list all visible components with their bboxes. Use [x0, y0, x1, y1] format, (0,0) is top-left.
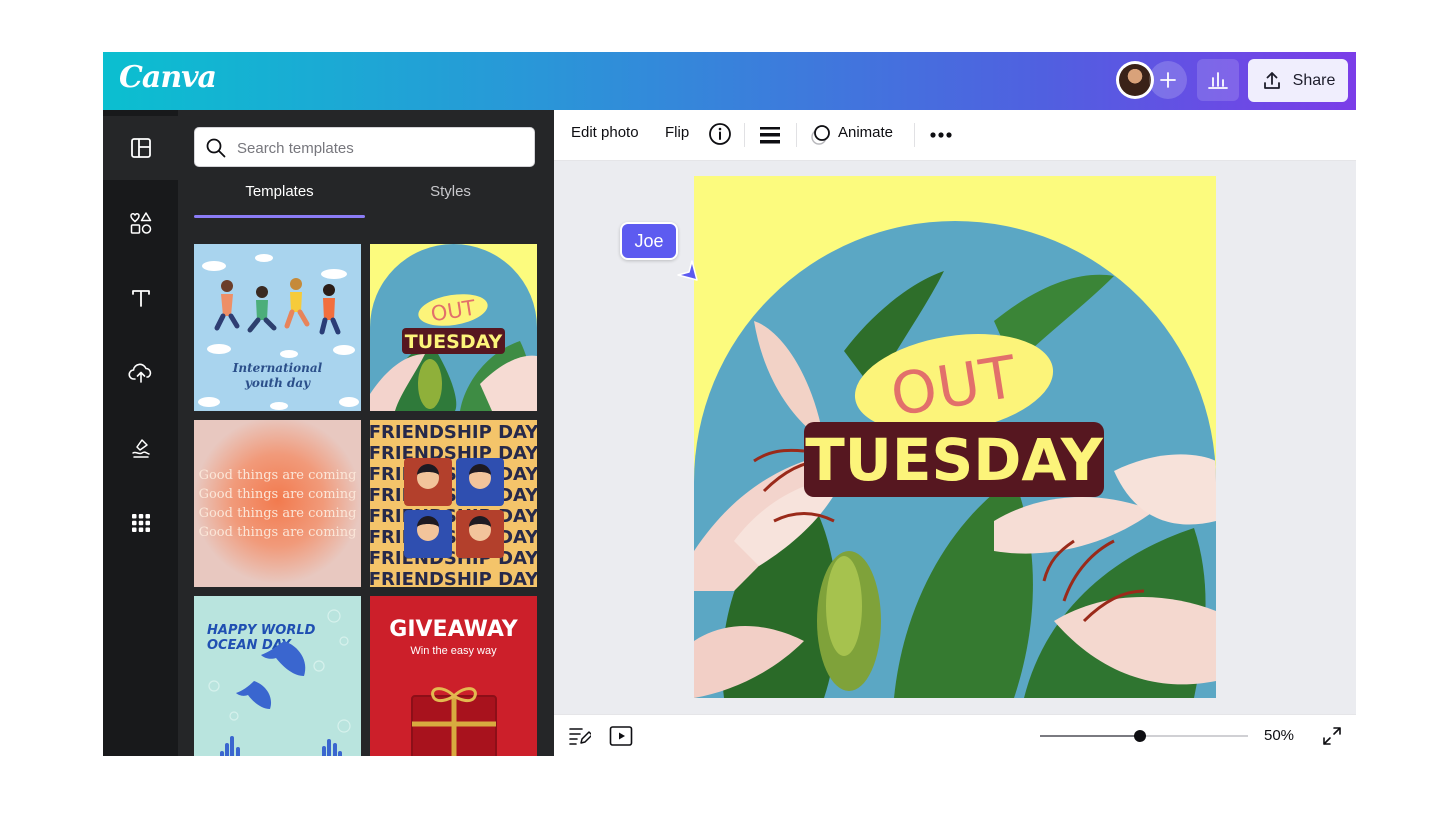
upload-share-icon [1263, 71, 1280, 89]
toolbar-divider [914, 123, 915, 147]
template-good-things-are-coming[interactable]: Good things are coming Good things are c… [194, 420, 361, 587]
rail-elements[interactable] [103, 191, 178, 255]
active-tab-indicator [194, 215, 365, 218]
good-things-thumbnail: Good things are coming Good things are c… [194, 420, 361, 587]
avatar-photo [1119, 64, 1151, 96]
friendship-text-2: FRIENDSHIP DAY [370, 443, 537, 464]
side-rail [103, 110, 178, 756]
bar-chart-icon [1208, 72, 1228, 89]
giveaway-thumbnail: GIVEAWAY Win the easy way [389, 617, 519, 756]
friendship-day-thumbnail: FRIENDSHIP DAY FRIENDSHIP DAY FRIENDSHIP… [370, 422, 537, 587]
zoom-slider-handle[interactable] [1133, 730, 1146, 742]
search-input[interactable] [235, 136, 529, 160]
friendship-text-6: FRIENDSHIP DAY [370, 527, 537, 548]
add-collaborator-button[interactable] [1149, 61, 1187, 99]
plus-icon [1160, 72, 1176, 88]
out-tuesday-thumbnail: OUT TUESDAY [370, 244, 537, 411]
youth-day-illustration: International youth day [198, 254, 359, 410]
text-icon [131, 290, 150, 307]
more-options-icon[interactable] [929, 131, 953, 139]
rail-apps[interactable] [103, 491, 178, 555]
ocean-day-line1: HAPPY WORLD [207, 623, 316, 638]
template-giveaway[interactable]: GIVEAWAY Win the easy way [370, 596, 537, 756]
tuesday-text[interactable]: TUESDAY [804, 426, 1104, 494]
rail-templates[interactable] [103, 116, 178, 180]
top-bar: Canva Share [103, 52, 1356, 110]
search-box[interactable] [194, 127, 535, 167]
friendship-text-8: FRIENDSHIP DAY [370, 569, 537, 587]
template-world-ocean-day[interactable]: HAPPY WORLD OCEAN DAY [194, 596, 361, 756]
flip-button[interactable]: Flip [665, 124, 689, 141]
giveaway-subtitle: Win the easy way [410, 645, 497, 657]
giveaway-title: GIVEAWAY [389, 617, 519, 642]
friendship-text-4: FRIENDSHIP DAY [370, 485, 537, 506]
zoom-slider-fill [1040, 735, 1140, 737]
animate-icon[interactable] [810, 122, 834, 148]
canva-logo[interactable]: Canva [119, 60, 217, 95]
design-canvas[interactable]: OUT TUESDAY [694, 176, 1216, 698]
template-international-youth-day[interactable]: International youth day [194, 244, 361, 411]
youth-day-title-line2: youth day [244, 376, 311, 390]
tab-styles[interactable]: Styles [365, 183, 536, 217]
rail-text[interactable] [103, 266, 178, 330]
thumb-tuesday-text: TUESDAY [405, 331, 503, 353]
templates-icon [130, 138, 151, 158]
friendship-text-1: FRIENDSHIP DAY [370, 422, 537, 443]
info-icon[interactable] [708, 122, 732, 146]
template-friendship-day[interactable]: FRIENDSHIP DAY FRIENDSHIP DAY FRIENDSHIP… [370, 420, 537, 587]
elements-icon [129, 212, 151, 234]
insights-button[interactable] [1197, 59, 1239, 101]
bottom-bar: 50% [554, 714, 1356, 756]
share-label: Share [1292, 71, 1336, 89]
template-out-tuesday[interactable]: OUT TUESDAY [370, 244, 537, 411]
canva-editor: Canva Share Search templates Templates S… [103, 52, 1356, 756]
friendship-text-7: FRIENDSHIP DAY [370, 548, 537, 569]
context-toolbar: Edit photo Flip Animate [554, 110, 1356, 161]
tab-templates[interactable]: Templates [194, 183, 365, 217]
draw-icon [131, 439, 150, 458]
line-spacing-icon[interactable] [759, 125, 781, 145]
apps-grid-icon [131, 514, 150, 532]
toolbar-divider [796, 123, 797, 147]
templates-panel: Templates Styles International youth day [178, 110, 554, 756]
friendship-text-3: FRIENDSHIP DAY [370, 464, 537, 485]
share-button[interactable]: Share [1248, 59, 1348, 102]
good-things-line3: Good things are coming [199, 506, 357, 521]
ocean-day-thumbnail: HAPPY WORLD OCEAN DAY [207, 609, 351, 756]
cloud-upload-icon [127, 363, 151, 383]
notes-icon[interactable] [569, 726, 591, 746]
toolbar-divider [744, 123, 745, 147]
friendship-text-5: FRIENDSHIP DAY [370, 506, 537, 527]
search-icon [206, 138, 226, 158]
good-things-line4: Good things are coming [199, 525, 357, 540]
good-things-line2: Good things are coming [199, 487, 357, 502]
zoom-level[interactable]: 50% [1264, 727, 1294, 744]
good-things-line1: Good things are coming [199, 468, 357, 483]
collaborator-cursor-icon [677, 260, 698, 281]
animate-button[interactable]: Animate [838, 124, 893, 141]
collaborator-name-tag: Joe [620, 222, 678, 260]
edit-photo-button[interactable]: Edit photo [571, 124, 639, 141]
present-icon[interactable] [609, 725, 633, 747]
rail-uploads[interactable] [103, 341, 178, 405]
youth-day-title-line1: International [232, 361, 323, 375]
rail-draw[interactable] [103, 416, 178, 480]
fullscreen-icon[interactable] [1322, 726, 1342, 746]
